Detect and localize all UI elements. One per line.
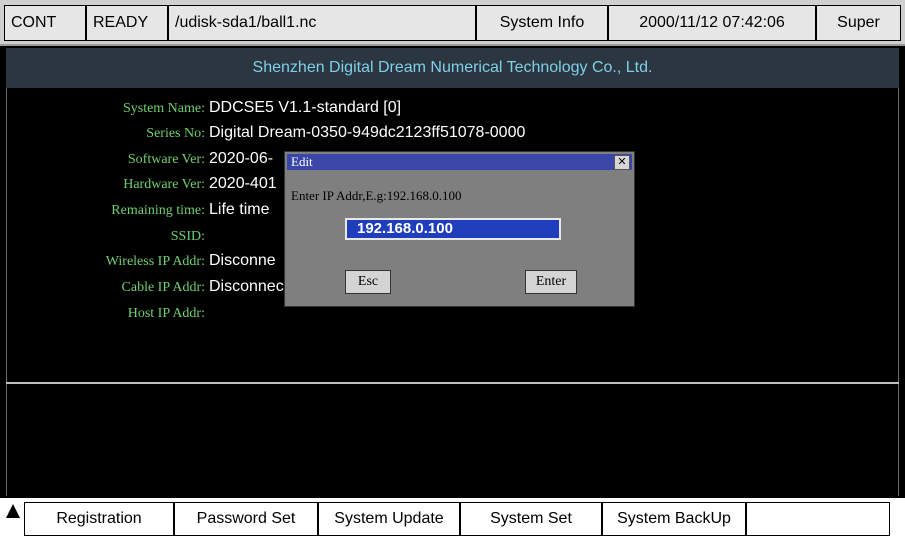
menu-password-set[interactable]: Password Set: [174, 502, 318, 536]
cable-ip-value: Disconnect: [209, 278, 289, 295]
file-path: /udisk-sda1/ball1.nc: [168, 5, 476, 41]
bottom-menu-bar: Registration Password Set System Update …: [0, 496, 905, 536]
state-indicator: READY: [86, 5, 168, 41]
dialog-prompt: Enter IP Addr,E.g:192.168.0.100: [291, 188, 462, 203]
series-no-value: Digital Dream-0350-949dc2123ff51078-0000: [209, 124, 526, 141]
user-level: Super: [816, 5, 901, 41]
menu-system-backup[interactable]: System BackUp: [602, 502, 746, 536]
datetime: 2000/11/12 07:42:06: [608, 5, 816, 41]
close-icon[interactable]: ✕: [614, 155, 630, 170]
software-ver-label: Software Ver:: [127, 152, 205, 167]
dialog-title: Edit: [291, 154, 313, 169]
wireless-ip-value: Disconne: [209, 252, 276, 269]
dialog-title-bar[interactable]: Edit ✕: [287, 154, 632, 170]
software-ver-value: 2020-06-: [209, 150, 274, 167]
host-ip-label: Host IP Addr:: [127, 306, 205, 321]
menu-up-arrow-icon[interactable]: [6, 504, 20, 518]
remaining-time-label: Remaining time:: [111, 203, 205, 218]
status-bar: CONT READY /udisk-sda1/ball1.nc System I…: [0, 0, 905, 46]
hardware-ver-value: 2020-401: [209, 175, 277, 192]
menu-system-update[interactable]: System Update: [318, 502, 460, 536]
system-name-value: DDCSE5 V1.1-standard [0]: [209, 99, 402, 116]
menu-empty-slot[interactable]: [746, 502, 890, 536]
esc-button[interactable]: Esc: [345, 270, 391, 294]
wireless-ip-label: Wireless IP Addr:: [105, 254, 205, 269]
enter-button[interactable]: Enter: [525, 270, 577, 294]
cable-ip-label: Cable IP Addr:: [121, 280, 205, 295]
page-title: System Info: [476, 5, 608, 41]
hardware-ver-label: Hardware Ver:: [123, 177, 205, 192]
remaining-time-value: Life time: [209, 201, 270, 218]
menu-system-set[interactable]: System Set: [460, 502, 602, 536]
section-divider: [6, 382, 899, 384]
company-banner: Shenzhen Digital Dream Numerical Technol…: [6, 48, 899, 88]
system-name-label: System Name:: [122, 101, 205, 116]
mode-indicator: CONT: [4, 5, 86, 41]
ssid-label: SSID:: [170, 229, 205, 244]
edit-ip-dialog: Edit ✕ Enter IP Addr,E.g:192.168.0.100 1…: [284, 151, 635, 307]
ip-address-input[interactable]: 192.168.0.100: [345, 218, 561, 240]
series-no-label: Series No:: [146, 126, 205, 141]
menu-registration[interactable]: Registration: [24, 502, 174, 536]
